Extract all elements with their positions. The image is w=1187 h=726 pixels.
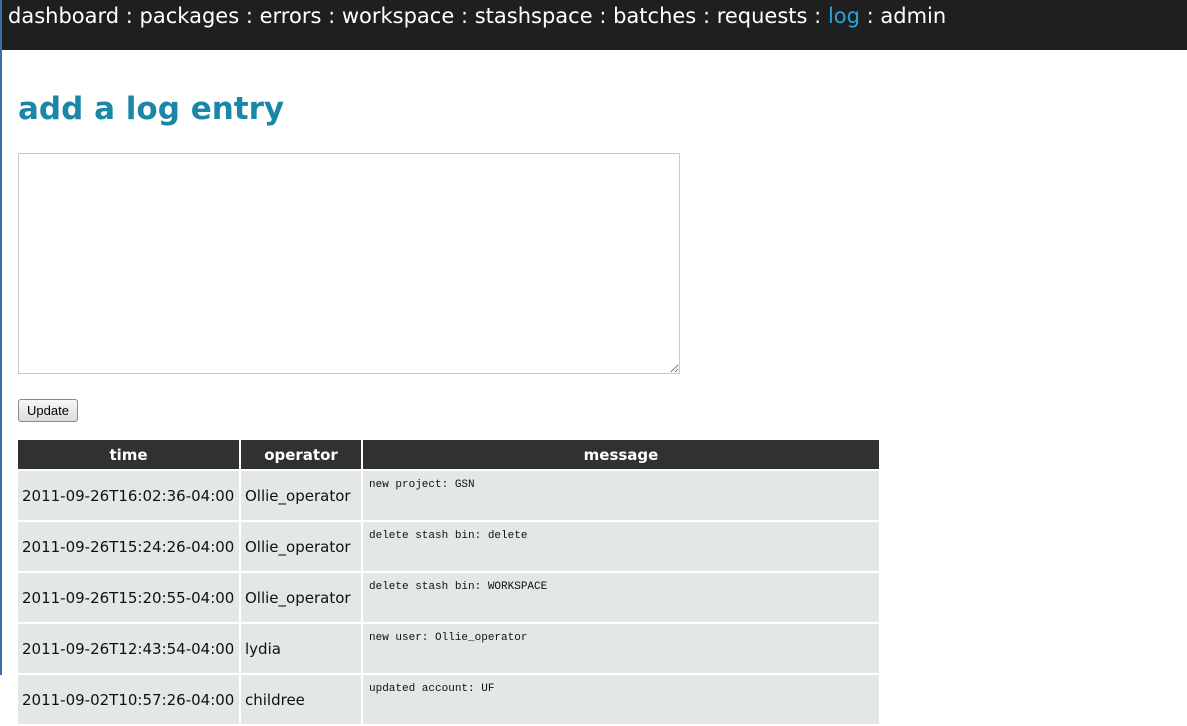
log-table: time operator message 2011-09-26T16:02:3…: [16, 438, 881, 726]
header-message: message: [363, 440, 879, 469]
nav-packages[interactable]: packages: [140, 4, 240, 28]
nav-errors[interactable]: errors: [260, 4, 322, 28]
cell-message: updated account: UF: [363, 675, 879, 724]
nav-separator: :: [702, 4, 717, 28]
nav-log[interactable]: log: [828, 4, 860, 28]
nav-separator: :: [599, 4, 614, 28]
cell-time: 2011-09-02T10:57:26-04:00: [18, 675, 239, 724]
nav-workspace[interactable]: workspace: [342, 4, 454, 28]
cell-message: delete stash bin: delete: [363, 522, 879, 571]
nav-batches[interactable]: batches: [613, 4, 696, 28]
page-frame: dashboard : packages : errors : workspac…: [0, 0, 1187, 724]
main-content: add a log entry Update time operator mes…: [2, 88, 1187, 726]
log-entry-textarea[interactable]: [18, 153, 680, 374]
table-row: 2011-09-26T15:24:26-04:00 Ollie_operator…: [18, 522, 879, 571]
nav-stashspace[interactable]: stashspace: [475, 4, 593, 28]
header-time: time: [18, 440, 239, 469]
table-row: 2011-09-26T16:02:36-04:00 Ollie_operator…: [18, 471, 879, 520]
top-navigation: dashboard : packages : errors : workspac…: [2, 0, 1187, 50]
cell-operator: Ollie_operator: [241, 471, 361, 520]
nav-requests[interactable]: requests: [717, 4, 808, 28]
nav-dashboard[interactable]: dashboard: [8, 4, 119, 28]
cell-operator: Ollie_operator: [241, 522, 361, 571]
cell-time: 2011-09-26T15:24:26-04:00: [18, 522, 239, 571]
cell-time: 2011-09-26T16:02:36-04:00: [18, 471, 239, 520]
nav-separator: :: [125, 4, 140, 28]
nav-separator: :: [866, 4, 881, 28]
nav-separator: :: [328, 4, 342, 28]
log-entry-form: Update: [18, 153, 1187, 422]
nav-separator: :: [245, 4, 260, 28]
cell-message: new project: GSN: [363, 471, 879, 520]
update-button[interactable]: Update: [18, 399, 78, 422]
table-row: 2011-09-26T15:20:55-04:00 Ollie_operator…: [18, 573, 879, 622]
cell-time: 2011-09-26T12:43:54-04:00: [18, 624, 239, 673]
table-row: 2011-09-26T12:43:54-04:00 lydia new user…: [18, 624, 879, 673]
cell-operator: Ollie_operator: [241, 573, 361, 622]
cell-operator: lydia: [241, 624, 361, 673]
cell-message: new user: Ollie_operator: [363, 624, 879, 673]
table-row: 2011-09-02T10:57:26-04:00 childree updat…: [18, 675, 879, 724]
page-title: add a log entry: [18, 91, 285, 127]
cell-message: delete stash bin: WORKSPACE: [363, 573, 879, 622]
cell-time: 2011-09-26T15:20:55-04:00: [18, 573, 239, 622]
header-operator: operator: [241, 440, 361, 469]
nav-separator: :: [460, 4, 475, 28]
cell-operator: childree: [241, 675, 361, 724]
nav-admin[interactable]: admin: [880, 4, 946, 28]
nav-separator: :: [814, 4, 828, 28]
table-header-row: time operator message: [18, 440, 879, 469]
